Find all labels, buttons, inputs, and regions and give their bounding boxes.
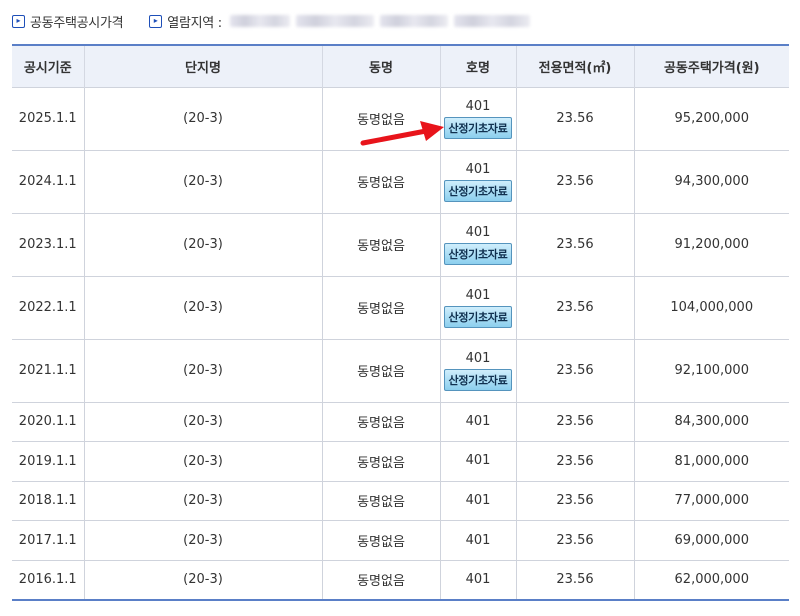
table-row: 2020.1.1 (20-3) 동명없음 401 23.56 84,300,000 bbox=[12, 401, 789, 442]
cell-dong: 동명없음 bbox=[321, 559, 440, 601]
cell-ho: 401 산정기초자료 bbox=[439, 338, 516, 402]
cell-area: 23.56 bbox=[515, 338, 634, 402]
breadcrumb-bar: ▸ 공동주택공시가격 ▸ 열람지역 : bbox=[12, 10, 562, 32]
cell-complex: (20-3) bbox=[83, 559, 322, 601]
cell-ho: 401 bbox=[439, 559, 516, 601]
cell-price: 91,200,000 bbox=[633, 212, 789, 276]
cell-price: 92,100,000 bbox=[633, 338, 789, 402]
header-date: 공시기준 bbox=[12, 44, 84, 87]
blurred-area-value bbox=[229, 15, 536, 27]
cell-ho: 401 산정기초자료 bbox=[439, 212, 516, 276]
table-row: 2022.1.1 (20-3) 동명없음 401 산정기초자료 23.56 104,000,… bbox=[12, 275, 789, 339]
cell-area: 23.56 bbox=[515, 275, 634, 339]
cell-complex: (20-3) bbox=[83, 149, 322, 213]
cell-dong: 동명없음 bbox=[321, 149, 440, 213]
ho-number: 401 bbox=[465, 161, 491, 177]
basis-data-button[interactable]: 산정기초자료 bbox=[443, 116, 513, 139]
header-ho: 호명 bbox=[439, 44, 516, 87]
basis-data-button[interactable]: 산정기초자료 bbox=[443, 368, 513, 391]
ho-number: 401 bbox=[465, 532, 491, 548]
breadcrumb-area: ▸ 열람지역 : bbox=[149, 12, 536, 31]
header-area: 전용면적(㎡) bbox=[515, 44, 634, 87]
cell-price: 69,000,000 bbox=[633, 520, 789, 561]
ho-number: 401 bbox=[465, 413, 491, 429]
cell-date: 2020.1.1 bbox=[12, 401, 84, 442]
cell-date: 2016.1.1 bbox=[12, 559, 84, 601]
cell-complex: (20-3) bbox=[83, 338, 322, 402]
ho-number: 401 bbox=[465, 224, 491, 240]
cell-date: 2022.1.1 bbox=[12, 275, 84, 339]
cell-ho: 401 bbox=[439, 401, 516, 442]
chevron-right-icon: ▸ bbox=[12, 14, 25, 28]
ho-number: 401 bbox=[465, 492, 491, 508]
table-row: 2016.1.1 (20-3) 동명없음 401 23.56 62,000,000 bbox=[12, 559, 789, 601]
chevron-right-icon: ▸ bbox=[149, 14, 163, 28]
cell-area: 23.56 bbox=[515, 401, 634, 442]
cell-area: 23.56 bbox=[515, 480, 634, 521]
cell-complex: (20-3) bbox=[83, 480, 322, 521]
area-label: 열람지역 : bbox=[167, 15, 222, 31]
cell-ho: 401 산정기초자료 bbox=[439, 275, 516, 339]
cell-ho: 401 산정기초자료 bbox=[439, 86, 516, 150]
table-row: 2018.1.1 (20-3) 동명없음 401 23.56 77,000,000 bbox=[12, 480, 789, 521]
ho-number: 401 bbox=[465, 98, 491, 114]
red-arrow-icon bbox=[360, 121, 444, 146]
cell-area: 23.56 bbox=[515, 86, 634, 150]
table-row: 2024.1.1 (20-3) 동명없음 401 산정기초자료 23.56 94,300,0… bbox=[12, 149, 789, 213]
cell-area: 23.56 bbox=[515, 559, 634, 601]
ho-number: 401 bbox=[465, 350, 491, 366]
ho-number: 401 bbox=[465, 453, 491, 469]
cell-price: 62,000,000 bbox=[633, 559, 789, 601]
cell-complex: (20-3) bbox=[83, 275, 322, 339]
cell-complex: (20-3) bbox=[83, 212, 322, 276]
cell-area: 23.56 bbox=[515, 212, 634, 276]
cell-date: 2019.1.1 bbox=[12, 441, 84, 482]
ho-number: 401 bbox=[465, 571, 491, 587]
breadcrumb-title-label: 공동주택공시가격 bbox=[30, 15, 124, 31]
header-complex: 단지명 bbox=[83, 44, 322, 87]
cell-area: 23.56 bbox=[515, 520, 634, 561]
cell-date: 2025.1.1 bbox=[12, 86, 84, 150]
basis-data-button[interactable]: 산정기초자료 bbox=[443, 305, 513, 328]
table-row: 2017.1.1 (20-3) 동명없음 401 23.56 69,000,000 bbox=[12, 520, 789, 561]
cell-dong: 동명없음 bbox=[321, 441, 440, 482]
cell-complex: (20-3) bbox=[83, 520, 322, 561]
cell-dong: 동명없음 bbox=[321, 338, 440, 402]
table-row: 2023.1.1 (20-3) 동명없음 401 산정기초자료 23.56 91,200,0… bbox=[12, 212, 789, 276]
cell-price: 84,300,000 bbox=[633, 401, 789, 442]
cell-date: 2024.1.1 bbox=[12, 149, 84, 213]
cell-date: 2021.1.1 bbox=[12, 338, 84, 402]
table-header-row: 공시기준 단지명 동명 호명 전용면적(㎡) 공동주택가격(원) bbox=[12, 44, 789, 87]
cell-ho: 401 bbox=[439, 441, 516, 482]
header-dong: 동명 bbox=[321, 44, 440, 87]
cell-dong: 동명없음 bbox=[321, 275, 440, 339]
breadcrumb-title: ▸ 공동주택공시가격 bbox=[12, 12, 124, 31]
cell-ho: 401 bbox=[439, 520, 516, 561]
cell-ho: 401 bbox=[439, 480, 516, 521]
cell-price: 81,000,000 bbox=[633, 441, 789, 482]
cell-area: 23.56 bbox=[515, 149, 634, 213]
cell-dong: 동명없음 bbox=[321, 520, 440, 561]
table-row: 2021.1.1 (20-3) 동명없음 401 산정기초자료 23.56 92,100,0… bbox=[12, 338, 789, 402]
cell-price: 104,000,000 bbox=[633, 275, 789, 339]
cell-dong: 동명없음 bbox=[321, 212, 440, 276]
cell-price: 95,200,000 bbox=[633, 86, 789, 150]
header-price: 공동주택가격(원) bbox=[633, 44, 789, 87]
cell-ho: 401 산정기초자료 bbox=[439, 149, 516, 213]
cell-complex: (20-3) bbox=[83, 401, 322, 442]
cell-price: 94,300,000 bbox=[633, 149, 789, 213]
cell-date: 2018.1.1 bbox=[12, 480, 84, 521]
cell-dong: 동명없음 bbox=[321, 480, 440, 521]
ho-number: 401 bbox=[465, 287, 491, 303]
cell-date: 2023.1.1 bbox=[12, 212, 84, 276]
cell-area: 23.56 bbox=[515, 441, 634, 482]
cell-complex: (20-3) bbox=[83, 86, 322, 150]
cell-dong: 동명없음 bbox=[321, 401, 440, 442]
table-row: 2019.1.1 (20-3) 동명없음 401 23.56 81,000,000 bbox=[12, 441, 789, 482]
cell-complex: (20-3) bbox=[83, 441, 322, 482]
basis-data-button[interactable]: 산정기초자료 bbox=[443, 242, 513, 265]
cell-date: 2017.1.1 bbox=[12, 520, 84, 561]
cell-price: 77,000,000 bbox=[633, 480, 789, 521]
basis-data-button[interactable]: 산정기초자료 bbox=[443, 179, 513, 202]
